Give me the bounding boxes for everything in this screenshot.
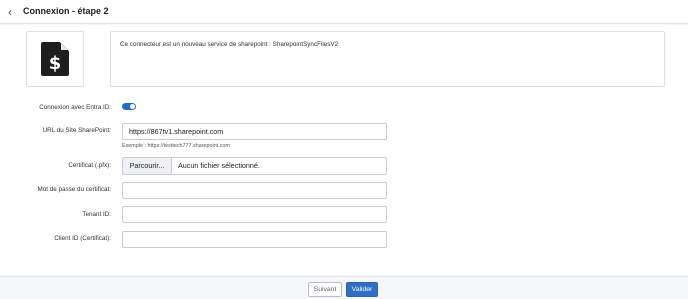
page-header: ‹ Connexion - étape 2	[0, 0, 688, 24]
site-url-hint: Exemple : https://testtech777.sharepoint…	[122, 143, 230, 149]
svg-text:$: $	[49, 53, 62, 74]
page-footer: Suivant Valider	[0, 276, 688, 299]
site-url-input[interactable]: https://867tv1.sharepoint.com	[122, 123, 387, 140]
tenant-id-label: Tenant ID:	[82, 211, 111, 218]
client-id-label: Client ID (Certificat):	[54, 235, 111, 242]
cert-password-label: Mot de passe du certificat:	[37, 186, 112, 193]
certificate-label: Certificat (.pfx):	[68, 162, 111, 169]
entra-toggle[interactable]	[122, 103, 136, 110]
browse-button[interactable]: Parcourir...	[123, 158, 172, 174]
client-id-input[interactable]	[122, 231, 387, 248]
connector-icon-card: $	[26, 31, 84, 87]
site-url-label: URL du Site SharePoint:	[42, 127, 111, 134]
next-button[interactable]: Suivant	[308, 282, 342, 297]
certificate-file-input[interactable]: Parcourir... Aucun fichier sélectionné.	[122, 157, 387, 175]
connector-form: $ Ce connecteur est un nouveau service d…	[0, 25, 688, 275]
tenant-id-input[interactable]	[122, 206, 387, 223]
validate-button[interactable]: Valider	[346, 282, 378, 297]
connector-description: Ce connecteur est un nouveau service de …	[120, 41, 339, 48]
entra-label: Connexion avec Entra ID:	[39, 104, 111, 111]
no-file-text: Aucun fichier sélectionné.	[178, 161, 260, 170]
cert-password-input[interactable]	[122, 182, 387, 199]
chevron-left-icon[interactable]: ‹	[8, 5, 12, 19]
page-title: Connexion - étape 2	[23, 6, 109, 16]
toggle-knob	[130, 104, 135, 109]
connector-description-box: Ce connecteur est un nouveau service de …	[110, 31, 665, 87]
document-dollar-icon: $	[41, 42, 69, 76]
